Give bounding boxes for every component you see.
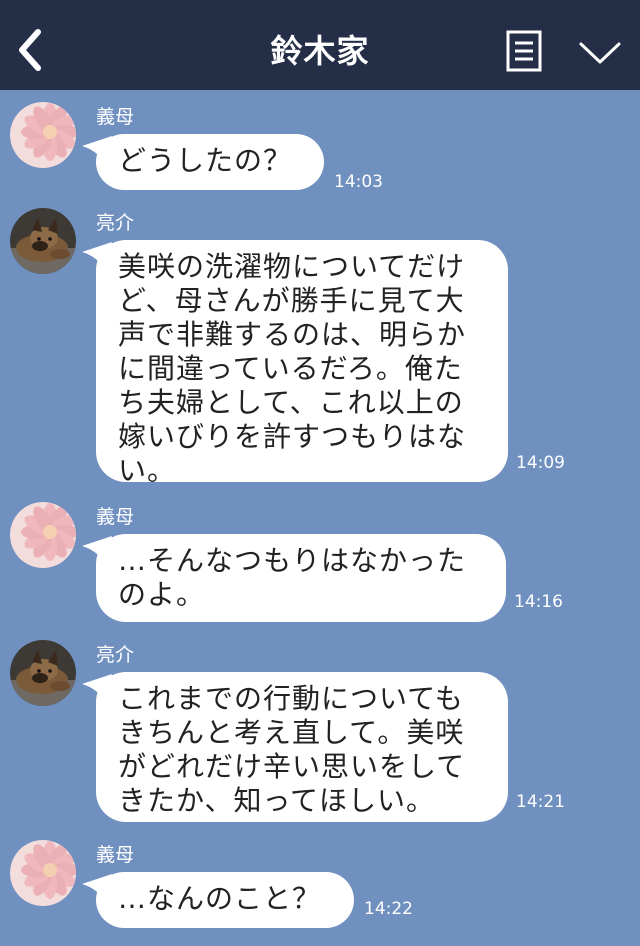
sender-name: 亮介	[96, 212, 135, 234]
message-text: …そんなつもりはなかった のよ。	[118, 544, 467, 611]
message-text: どうしたの？	[118, 144, 293, 177]
chat-header: 鈴木家	[0, 0, 640, 90]
flower-avatar-icon	[10, 102, 76, 168]
avatar[interactable]	[10, 102, 76, 168]
chevron-down-icon	[579, 42, 621, 64]
avatar[interactable]	[10, 640, 76, 706]
dog-avatar-icon	[10, 208, 76, 274]
flower-avatar-icon	[10, 840, 76, 906]
dog-avatar-icon	[10, 640, 76, 706]
chat-title: 鈴木家	[270, 32, 370, 70]
message-bubble[interactable]: どうしたの？	[82, 134, 324, 190]
message-bubble[interactable]: これまでの行動についても きちんと考え直して。美咲 がどれだけ辛い思いをして き…	[82, 672, 508, 822]
bubble-tail-icon	[82, 874, 112, 900]
message-bubble[interactable]: 美咲の洗濯物についてだけ ど、母さんが勝手に見て大 声で非難するのは、明らか に…	[82, 240, 508, 487]
message-time: 14:09	[516, 453, 565, 473]
list-icon	[506, 30, 542, 72]
bubble-tail-icon	[82, 536, 112, 562]
message-text: 美咲の洗濯物についてだけ ど、母さんが勝手に見て大 声で非難するのは、明らか に…	[118, 250, 467, 487]
message-time: 14:16	[514, 592, 563, 612]
bubble-tail-icon	[82, 674, 112, 700]
bubble-tail-icon	[82, 242, 112, 268]
chat-area[interactable]: 義母 どうしたの？ 14:03 亮介 美咲の洗濯物についてだけ ど、母さんが勝手…	[0, 90, 640, 946]
menu-button[interactable]	[506, 30, 542, 72]
message-time: 14:21	[516, 792, 565, 812]
collapse-button[interactable]	[578, 38, 622, 68]
message-bubble[interactable]: …なんのこと？	[82, 872, 354, 928]
sender-name: 義母	[96, 506, 135, 528]
avatar[interactable]	[10, 502, 76, 568]
message-bubble[interactable]: …そんなつもりはなかった のよ。	[82, 534, 506, 622]
message-time: 14:22	[364, 899, 413, 919]
message-time: 14:03	[334, 172, 383, 192]
avatar[interactable]	[10, 840, 76, 906]
sender-name: 義母	[96, 844, 135, 866]
bubble-tail-icon	[82, 136, 112, 162]
message-text: これまでの行動についても きちんと考え直して。美咲 がどれだけ辛い思いをして き…	[118, 682, 466, 817]
avatar[interactable]	[10, 208, 76, 274]
sender-name: 亮介	[96, 644, 135, 666]
flower-avatar-icon	[10, 502, 76, 568]
message-text: …なんのこと？	[118, 882, 322, 915]
sender-name: 義母	[96, 106, 135, 128]
